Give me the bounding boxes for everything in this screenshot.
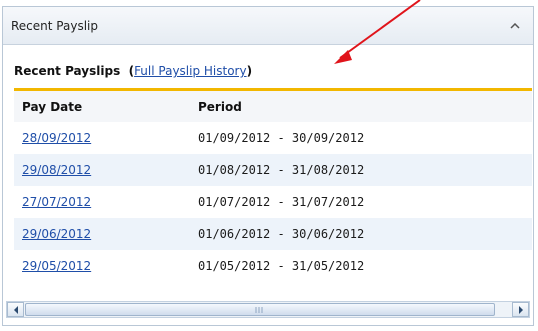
chevron-right-icon — [518, 305, 523, 314]
table-row: 29/06/2012 01/06/2012 - 30/06/2012 — [14, 218, 532, 250]
pay-date-cell: 28/09/2012 — [14, 122, 190, 154]
section-heading: Recent Payslips (Full Payslip History) — [14, 64, 252, 78]
column-header-pay-date[interactable]: Pay Date — [14, 89, 190, 122]
table-row: 27/07/2012 01/07/2012 - 31/07/2012 — [14, 186, 532, 218]
payslip-table: Pay Date Period 28/09/2012 01/09/2012 - … — [14, 88, 532, 282]
annotation-arrow-icon — [334, 0, 421, 64]
full-payslip-history-link[interactable]: Full Payslip History — [134, 64, 247, 78]
chevron-up-icon[interactable] — [507, 18, 523, 34]
table-row: 28/09/2012 01/09/2012 - 30/09/2012 — [14, 122, 532, 154]
period-cell: 01/07/2012 - 31/07/2012 — [198, 195, 365, 209]
period-cell: 01/05/2012 - 31/05/2012 — [198, 259, 365, 273]
table-row: 29/05/2012 01/05/2012 - 31/05/2012 — [14, 250, 532, 282]
scrollbar-thumb[interactable] — [25, 303, 495, 316]
chevron-left-icon — [13, 305, 18, 314]
period-cell: 01/08/2012 - 31/08/2012 — [190, 154, 532, 186]
horizontal-scrollbar[interactable] — [6, 301, 530, 318]
pay-date-cell: 29/05/2012 — [14, 250, 190, 282]
pay-date-link[interactable]: 28/09/2012 — [22, 131, 91, 145]
pay-date-link[interactable]: 27/07/2012 — [22, 195, 91, 209]
period-cell: 01/09/2012 - 30/09/2012 — [198, 131, 365, 145]
panel-title: Recent Payslip — [11, 18, 98, 33]
table-header-row: Pay Date Period — [14, 89, 532, 122]
period-cell: 01/06/2012 - 30/06/2012 — [190, 218, 532, 250]
pay-date-cell: 29/08/2012 — [14, 154, 190, 186]
scroll-left-button[interactable] — [7, 302, 24, 317]
grip-icon — [255, 307, 263, 313]
pay-date-cell: 29/06/2012 — [14, 218, 190, 250]
close-paren: ) — [246, 64, 253, 78]
panel-header: Recent Payslip — [3, 7, 533, 45]
pay-date-link[interactable]: 29/05/2012 — [22, 259, 91, 273]
section-title: Recent Payslips — [14, 64, 121, 78]
pay-date-link[interactable]: 29/06/2012 — [22, 227, 91, 241]
column-header-period[interactable]: Period — [190, 89, 532, 122]
pay-date-cell: 27/07/2012 — [14, 186, 190, 218]
table-row: 29/08/2012 01/08/2012 - 31/08/2012 — [14, 154, 532, 186]
pay-date-link[interactable]: 29/08/2012 — [22, 163, 91, 177]
scroll-right-button[interactable] — [512, 302, 529, 317]
